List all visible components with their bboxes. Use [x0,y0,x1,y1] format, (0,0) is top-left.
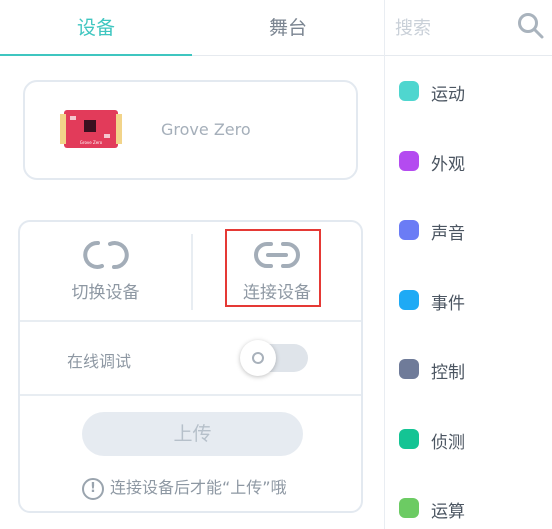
left-panel: 设备 舞台 Grove Zero Grove Zero 切换设备 连接设备 在线… [0,0,384,529]
switch-device-button[interactable]: 切换设备 [20,222,191,320]
category-label: 侦测 [431,432,465,453]
online-debug-label: 在线调试 [67,352,132,371]
category-item[interactable]: 外观 [385,141,552,181]
upload-button[interactable]: 上传 [82,412,303,456]
category-item[interactable]: 事件 [385,280,552,320]
switch-icon [82,241,129,269]
tab-stage[interactable]: 舞台 [192,0,384,56]
category-label: 事件 [431,293,465,314]
device-card[interactable]: Grove Zero Grove Zero [23,80,358,180]
highlight-box [225,229,321,307]
block-category-sidebar: 运动外观声音事件控制侦测运算 [384,0,552,529]
upload-hint-text: 连接设备后才能“上传”哦 [110,478,287,497]
divider [20,394,361,396]
category-item[interactable]: 运算 [385,488,552,528]
toggle-knob [240,340,276,376]
device-actions-panel: 切换设备 连接设备 在线调试 上传 ! 连接设备后才能“上传”哦 [18,220,363,513]
tab-devices[interactable]: 设备 [0,0,192,56]
exclamation-icon: ! [82,477,104,500]
search-input[interactable] [393,12,515,44]
category-label: 外观 [431,154,465,175]
grove-zero-board-image: Grove Zero [60,110,122,148]
search-bar [385,0,552,56]
online-debug-toggle[interactable] [240,340,308,376]
category-color-swatch [399,220,419,240]
tab-bar: 设备 舞台 [0,0,384,56]
category-color-swatch [399,428,419,449]
category-color-swatch [399,150,419,171]
category-label: 运动 [431,85,465,105]
category-color-swatch [399,81,419,101]
category-color-swatch [399,498,419,518]
divider [20,320,361,322]
device-name: Grove Zero [161,120,251,139]
category-item[interactable]: 侦测 [385,419,552,459]
search-icon[interactable] [517,12,545,40]
category-label: 声音 [431,224,465,244]
category-color-swatch [399,289,419,310]
category-color-swatch [399,359,419,379]
category-item[interactable]: 控制 [385,349,552,389]
category-item[interactable]: 声音 [385,210,552,250]
switch-device-label: 切换设备 [71,283,140,303]
upload-hint: ! 连接设备后才能“上传”哦 [82,474,287,500]
active-tab-indicator [0,54,192,56]
category-label: 控制 [431,363,465,383]
board-silkscreen: Grove Zero [80,140,103,145]
category-label: 运算 [431,502,465,522]
category-item[interactable]: 运动 [385,71,552,111]
